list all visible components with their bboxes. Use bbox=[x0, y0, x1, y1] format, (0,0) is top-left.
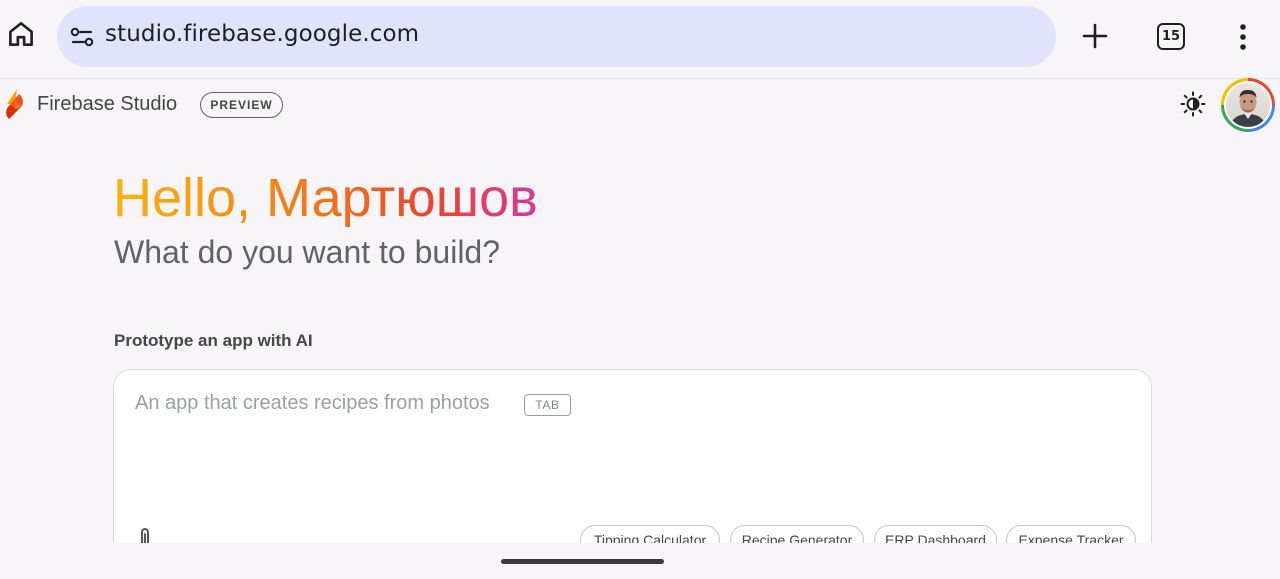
address-bar[interactable]: studio.firebase.google.com bbox=[57, 6, 1056, 67]
tab-hint-badge: TAB bbox=[524, 394, 571, 416]
home-icon bbox=[9, 22, 33, 46]
avatar bbox=[1224, 81, 1272, 129]
page-subtitle: What do you want to build? bbox=[114, 234, 501, 270]
prompt-card: TAB Tipping Calculator Recipe Generator … bbox=[113, 369, 1152, 569]
tab-count: 15 bbox=[1161, 29, 1181, 44]
theme-toggle-icon[interactable] bbox=[1180, 91, 1206, 117]
site-info-icon[interactable] bbox=[69, 24, 95, 50]
system-navigation-area bbox=[0, 543, 1280, 579]
preview-badge: PREVIEW bbox=[200, 92, 283, 118]
browser-toolbar: studio.firebase.google.com 15 bbox=[0, 0, 1280, 79]
home-button[interactable] bbox=[4, 17, 38, 51]
gesture-handle[interactable] bbox=[501, 559, 664, 564]
account-avatar-button[interactable] bbox=[1221, 78, 1275, 132]
plus-icon[interactable] bbox=[1080, 21, 1110, 51]
brand-name[interactable]: Firebase Studio bbox=[37, 93, 177, 116]
firebase-logo[interactable] bbox=[4, 88, 28, 121]
prompt-input[interactable] bbox=[135, 386, 835, 420]
greeting-heading: Hello, Мартюшов bbox=[113, 168, 538, 228]
tab-switcher-button[interactable]: 15 bbox=[1157, 23, 1185, 50]
url-text[interactable]: studio.firebase.google.com bbox=[105, 21, 419, 47]
avatar-photo bbox=[1226, 83, 1270, 127]
section-label: Prototype an app with AI bbox=[114, 331, 313, 350]
more-vert-icon[interactable] bbox=[1233, 22, 1253, 52]
